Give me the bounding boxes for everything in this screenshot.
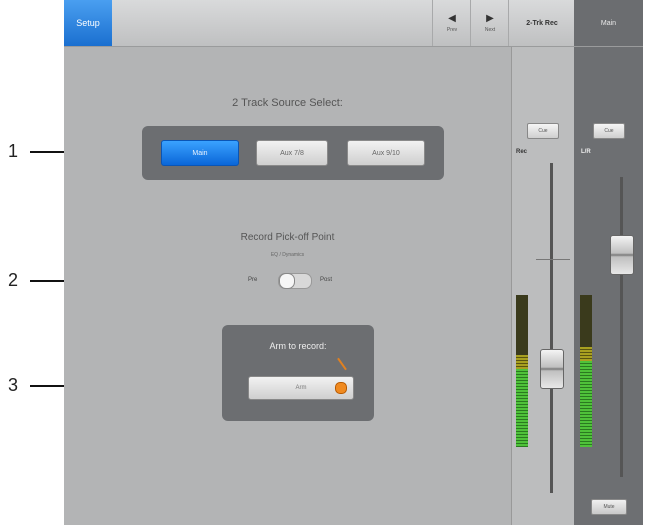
source-aux910-button[interactable]: Aux 9/10 (347, 140, 425, 166)
source-aux78-button[interactable]: Aux 7/8 (256, 140, 328, 166)
main-fader[interactable] (610, 235, 634, 275)
tab-main[interactable]: Main (574, 0, 643, 46)
pickoff-post-label: Post (320, 277, 333, 283)
main-strip-name: L/R (581, 149, 591, 155)
arm-title: Arm to record: (269, 341, 327, 351)
meter-segment (580, 347, 592, 361)
pickoff-pre-label: Pre (248, 277, 258, 283)
pickoff-title: Record Pick-off Point (240, 232, 335, 243)
arm-led-icon (335, 382, 347, 394)
prev-button[interactable]: ◀ Prev (432, 0, 471, 46)
meter-segment (580, 295, 592, 347)
main-level-meter-left (580, 295, 592, 447)
toggle-knob (279, 273, 295, 289)
prev-label: Prev (446, 26, 458, 33)
callout-number-3: 3 (8, 375, 19, 395)
pickoff-toggle[interactable] (278, 273, 312, 289)
mixer-screen: Setup ◀ Prev ▶ Next 2-Trk Rec Main 2 Tra… (64, 0, 643, 525)
callout-number-1: 1 (8, 141, 19, 161)
callout-number-2: 2 (8, 270, 19, 290)
meter-segment (580, 361, 592, 447)
scale-mark (536, 259, 570, 260)
arm-panel: Arm to record: Arm (222, 325, 374, 421)
meter-segment (516, 355, 528, 369)
left-arrow-icon: ◀ (448, 12, 456, 24)
rec-strip-name: Rec (516, 149, 528, 155)
main-channel-strip: Cue L/R Mute (574, 47, 643, 525)
main-cue-button[interactable]: Cue (593, 123, 625, 139)
arm-indicator-tick (337, 357, 347, 371)
rec-fader-track (550, 163, 553, 493)
meter-segment (516, 295, 528, 355)
meter-segment (516, 369, 528, 447)
next-label: Next (484, 26, 496, 33)
rec-cue-button[interactable]: Cue (527, 123, 559, 139)
source-select-title: 2 Track Source Select: (232, 97, 343, 109)
pickoff-subtitle: EQ / Dynamics (270, 252, 305, 258)
right-arrow-icon: ▶ (486, 12, 494, 24)
rec-level-meter (516, 295, 528, 447)
tab-setup[interactable]: Setup (64, 0, 112, 46)
setup-panel: 2 Track Source Select: Main Aux 7/8 Aux … (64, 47, 511, 525)
main-fader-track (620, 177, 623, 477)
top-bar: Setup ◀ Prev ▶ Next 2-Trk Rec Main (64, 0, 643, 47)
main-mute-button[interactable]: Mute (591, 499, 627, 515)
next-button[interactable]: ▶ Next (470, 0, 509, 46)
arm-button-label: Arm (295, 385, 307, 391)
source-main-button[interactable]: Main (161, 140, 239, 166)
source-select-panel: Main Aux 7/8 Aux 9/10 (142, 126, 444, 180)
rec-fader[interactable] (540, 349, 564, 389)
rec-channel-strip: Cue Rec (511, 47, 575, 525)
arm-button[interactable]: Arm (248, 376, 354, 400)
tab-2trk-rec[interactable]: 2-Trk Rec (508, 0, 575, 46)
